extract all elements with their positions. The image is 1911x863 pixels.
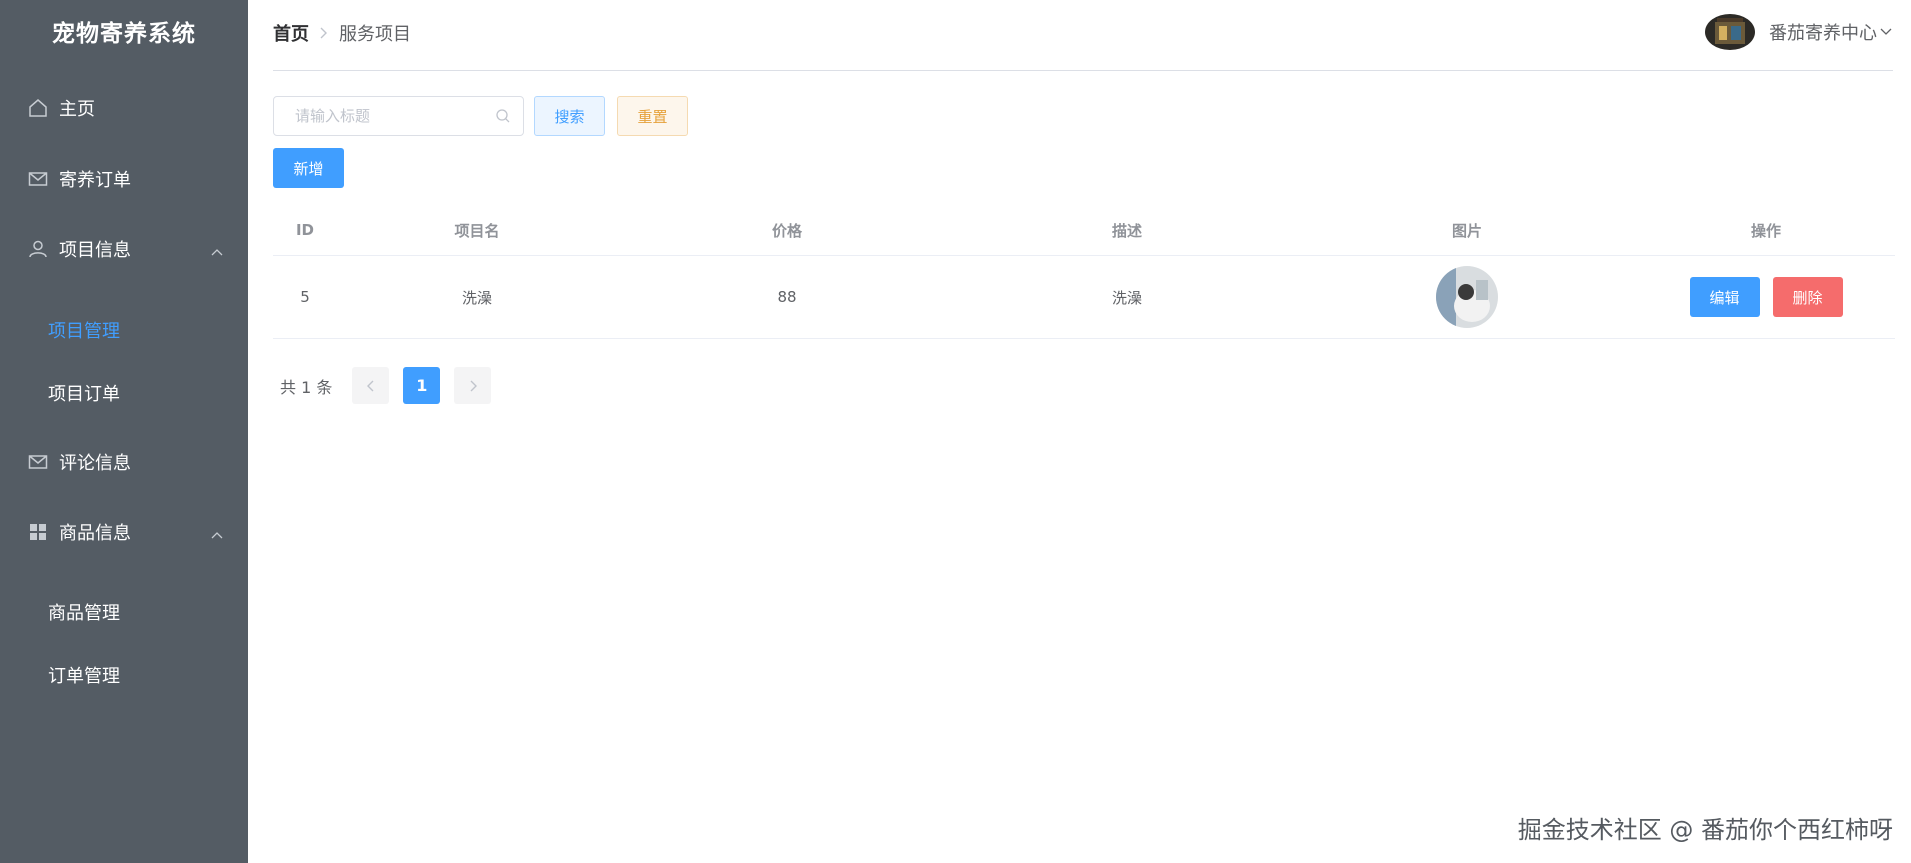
search-input[interactable] bbox=[293, 106, 493, 126]
sidebar-subitem-product-management[interactable]: 商品管理 bbox=[0, 587, 248, 637]
sidebar-subitem-order-management[interactable]: 订单管理 bbox=[0, 650, 248, 700]
cell-name: 洗澡 bbox=[461, 288, 492, 307]
breadcrumb-current: 服务项目 bbox=[339, 24, 411, 45]
sidebar-item-project-info[interactable]: 项目信息 bbox=[0, 221, 248, 277]
sidebar-item-label: 商品信息 bbox=[59, 523, 131, 544]
column-header-price: 价格 bbox=[771, 221, 802, 240]
cell-price: 88 bbox=[777, 288, 797, 306]
column-header-actions: 操作 bbox=[1750, 221, 1781, 240]
sidebar-subitem-project-orders[interactable]: 项目订单 bbox=[0, 368, 248, 418]
sidebar-subitem-project-management[interactable]: 项目管理 bbox=[0, 305, 248, 355]
sidebar-item-label: 项目信息 bbox=[59, 240, 131, 261]
add-button[interactable]: 新增 bbox=[273, 148, 344, 188]
table-header: ID 项目名 价格 描述 图片 操作 bbox=[273, 205, 1895, 256]
cell-actions: 编辑 删除 bbox=[1637, 256, 1895, 338]
column-header-id: ID bbox=[295, 221, 315, 239]
user-name: 番茄寄养中心 bbox=[1769, 23, 1877, 44]
pet-photo-thumbnail[interactable] bbox=[1436, 266, 1498, 328]
mail-icon bbox=[27, 168, 49, 190]
column-header-image: 图片 bbox=[1451, 221, 1482, 240]
cell-description: 洗澡 bbox=[1111, 288, 1142, 307]
chevron-up-icon bbox=[210, 524, 224, 545]
chevron-right-icon bbox=[470, 380, 477, 391]
column-header-name: 项目名 bbox=[454, 221, 500, 240]
chevron-left-icon bbox=[366, 380, 374, 391]
items-table: ID 项目名 价格 描述 图片 操作 5 洗澡 88 洗澡 编辑 删除 bbox=[273, 205, 1895, 339]
chevron-right-icon bbox=[319, 26, 329, 40]
cell-image bbox=[1297, 256, 1637, 338]
edit-button[interactable]: 编辑 bbox=[1689, 277, 1760, 317]
home-icon bbox=[27, 97, 49, 119]
prev-page-button[interactable] bbox=[352, 367, 390, 404]
top-bar: 首页 服务项目 番茄寄养中心 bbox=[273, 0, 1893, 71]
sidebar-item-label: 寄养订单 bbox=[59, 170, 131, 191]
column-header-description: 描述 bbox=[1111, 221, 1142, 240]
grid-icon bbox=[27, 521, 49, 543]
table-row: 5 洗澡 88 洗澡 编辑 删除 bbox=[273, 256, 1895, 339]
app-title: 宠物寄养系统 bbox=[52, 21, 196, 47]
user-menu[interactable]: 番茄寄养中心 bbox=[1705, 14, 1893, 50]
pagination: 共 1 条 1 bbox=[280, 367, 505, 404]
sidebar-item-boarding-orders[interactable]: 寄养订单 bbox=[0, 151, 248, 207]
sidebar: 宠物寄养系统 主页 寄养订单 项目信息 项目管理 项目订单 评论信息 商品信息 bbox=[0, 0, 248, 863]
sidebar-item-home[interactable]: 主页 bbox=[0, 80, 248, 136]
reset-button[interactable]: 重置 bbox=[617, 96, 688, 136]
sidebar-item-label: 主页 bbox=[59, 99, 95, 120]
sidebar-item-comments[interactable]: 评论信息 bbox=[0, 434, 248, 490]
watermark: 掘金技术社区 @ 番茄你个西红柿呀 bbox=[1517, 816, 1893, 844]
user-icon bbox=[27, 238, 49, 260]
pagination-total: 共 1 条 bbox=[280, 377, 333, 397]
delete-button[interactable]: 删除 bbox=[1772, 277, 1843, 317]
mail-icon bbox=[27, 451, 49, 473]
page-number-button[interactable]: 1 bbox=[403, 367, 441, 404]
search-button[interactable]: 搜索 bbox=[534, 96, 605, 136]
chevron-up-icon bbox=[210, 241, 224, 262]
chevron-down-icon bbox=[1879, 27, 1893, 37]
breadcrumb-home[interactable]: 首页 bbox=[273, 20, 309, 46]
breadcrumb: 首页 服务项目 bbox=[273, 20, 411, 46]
sidebar-item-product-info[interactable]: 商品信息 bbox=[0, 504, 248, 560]
cell-id: 5 bbox=[300, 288, 310, 306]
sidebar-item-label: 评论信息 bbox=[59, 453, 131, 474]
avatar bbox=[1705, 14, 1755, 50]
next-page-button[interactable] bbox=[454, 367, 492, 404]
search-box bbox=[273, 96, 524, 136]
search-icon[interactable] bbox=[495, 108, 511, 128]
